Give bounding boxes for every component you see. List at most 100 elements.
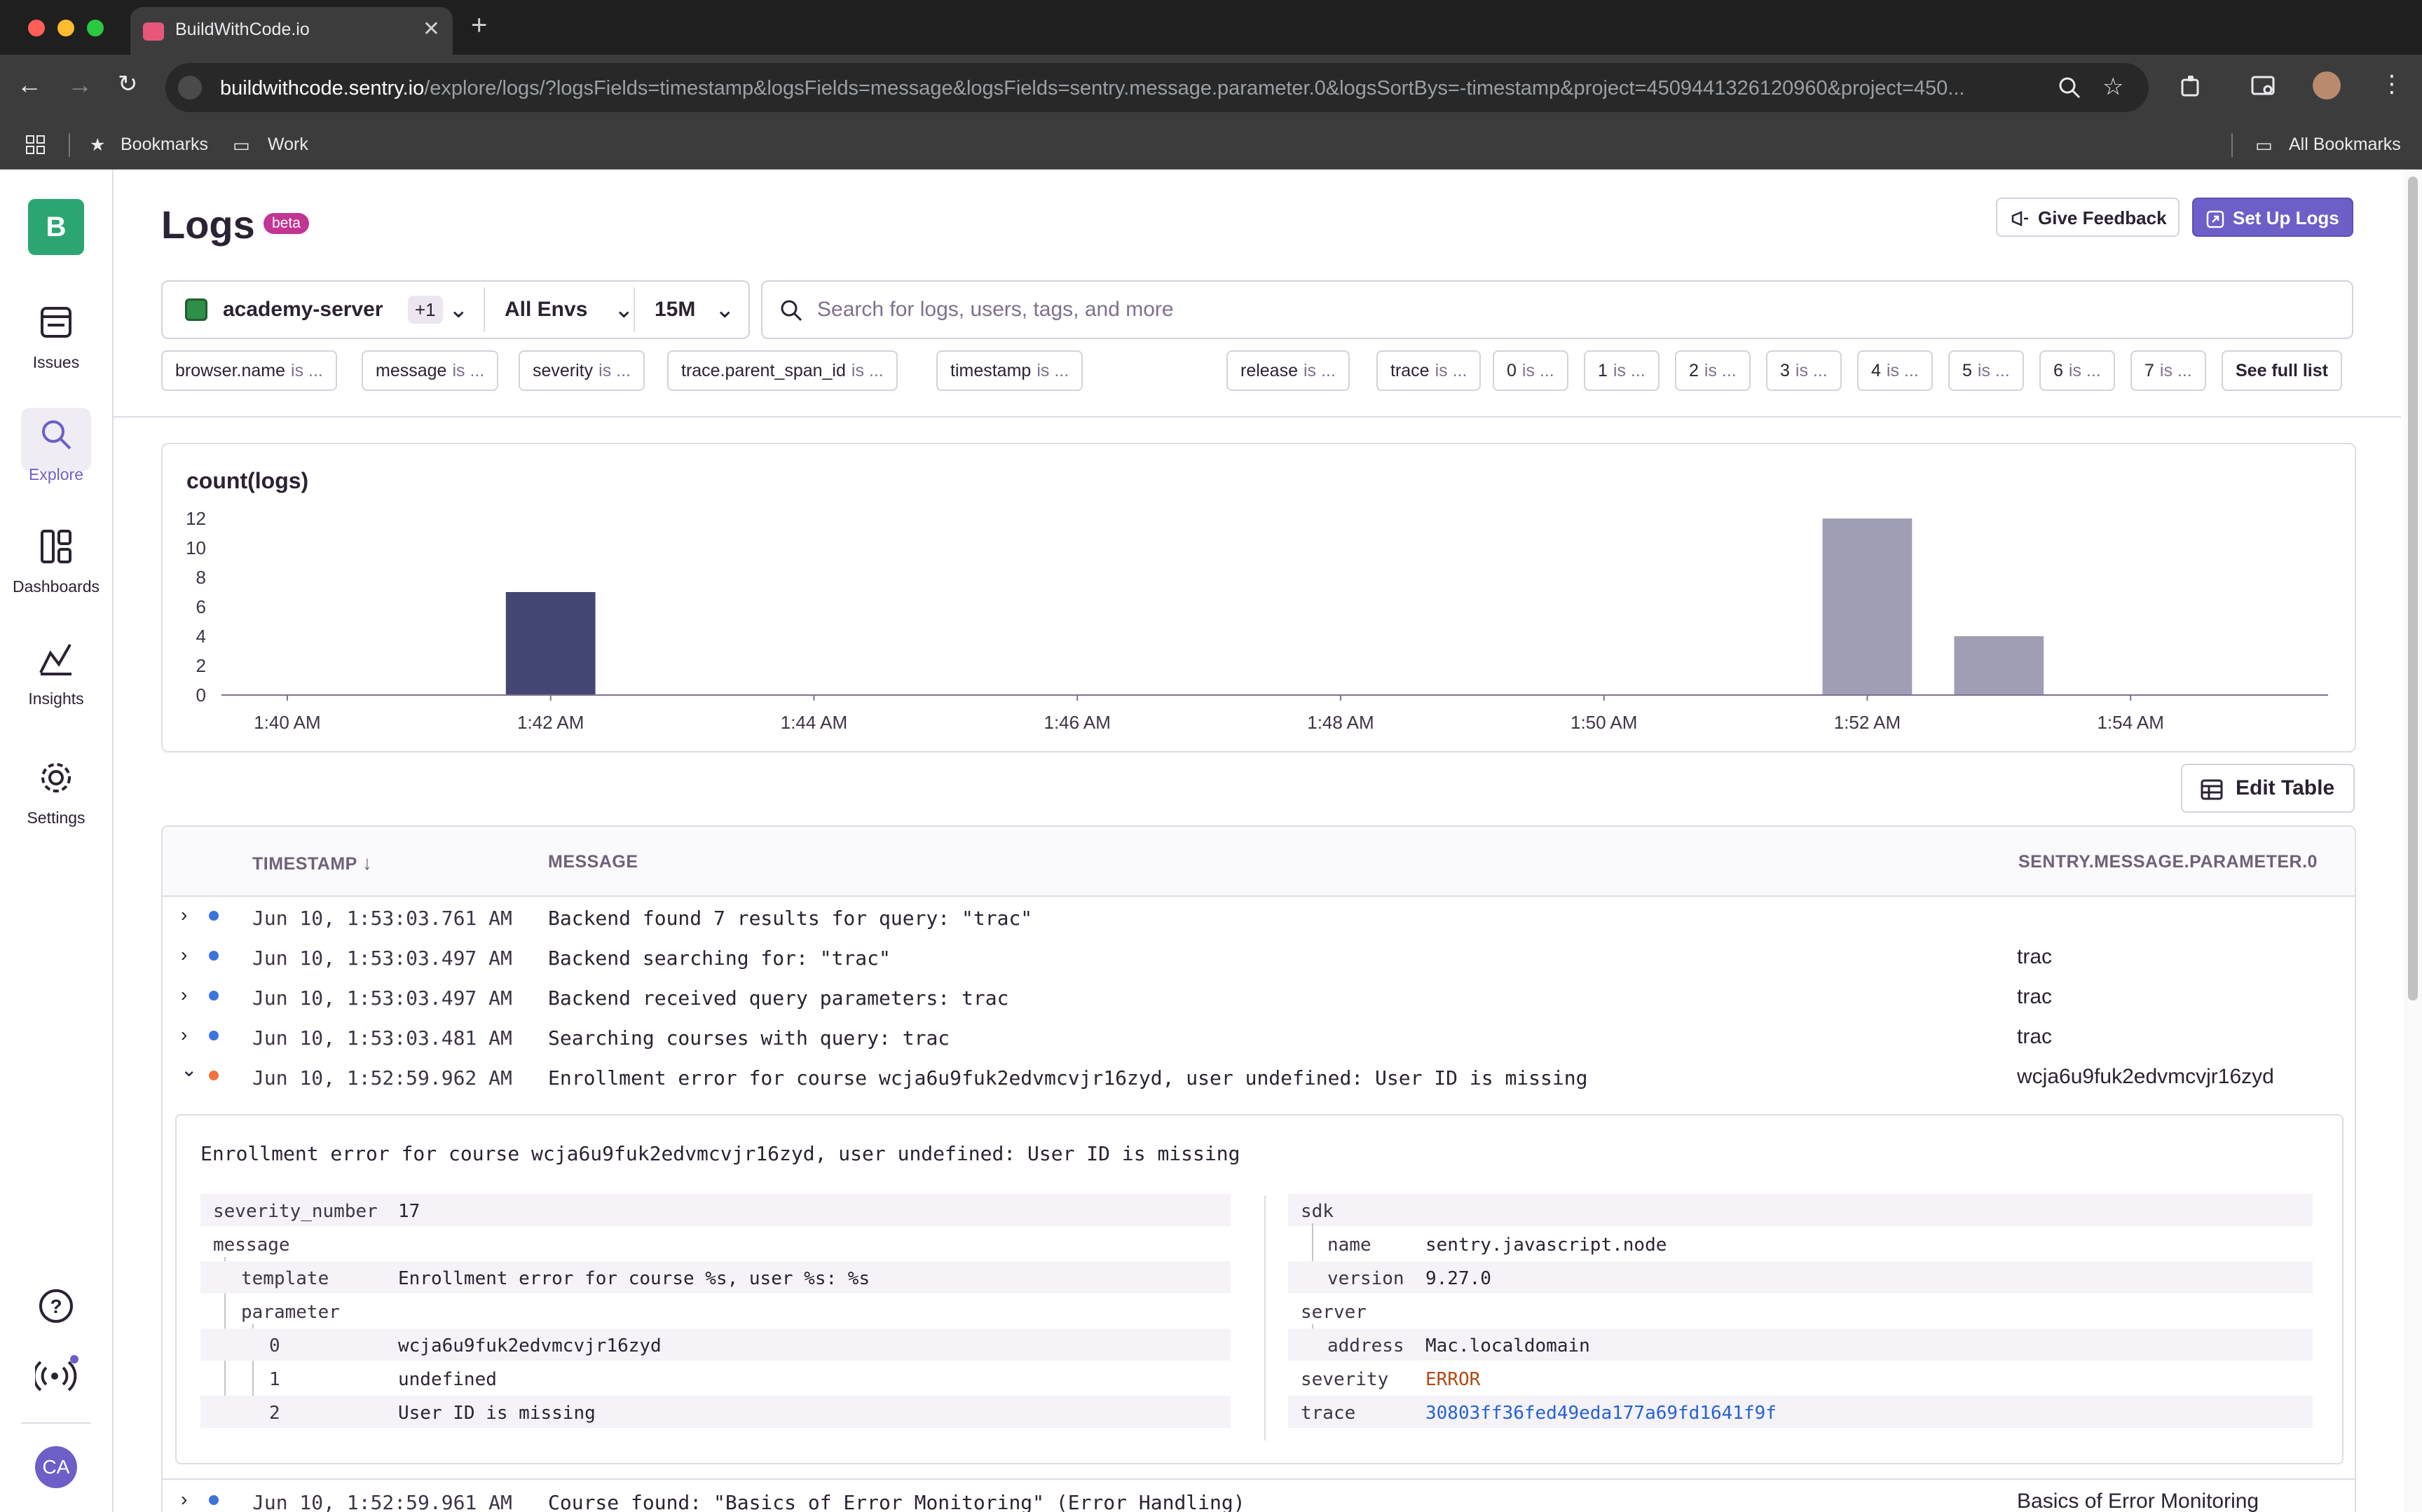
filter-chip[interactable]: release is ...	[1226, 350, 1350, 391]
row-timestamp: Jun 10, 1:52:59.961 AM	[252, 1491, 512, 1512]
user-avatar[interactable]: CA	[35, 1446, 77, 1488]
sidebar-item-settings[interactable]: Settings	[0, 744, 112, 842]
table-row[interactable]: › Jun 10, 1:52:59.961 AM Course found: "…	[163, 1481, 2355, 1512]
filter-chip[interactable]: 2 is ...	[1675, 350, 1751, 391]
search-input[interactable]	[817, 291, 2331, 328]
chart-bar	[1822, 518, 1913, 695]
sidebar-item-insights[interactable]: Insights	[0, 625, 112, 723]
period-selector[interactable]: 15M ⌄	[635, 282, 748, 338]
minimize-window-button[interactable]	[57, 20, 74, 36]
expand-chevron-icon[interactable]: ›	[181, 1024, 187, 1046]
filter-chip[interactable]: 4 is ...	[1857, 350, 1933, 391]
expand-chevron-icon[interactable]: ›	[181, 1488, 187, 1511]
filter-chip[interactable]: message is ...	[362, 350, 499, 391]
address-bar[interactable]: buildwithcode.sentry.io/explore/logs/?lo…	[165, 63, 2149, 112]
row-parameter: trac	[2017, 985, 2053, 1008]
expand-chevron-icon[interactable]: ›	[181, 904, 187, 926]
row-timestamp: Jun 10, 1:52:59.962 AM	[252, 1066, 512, 1090]
y-tick-label: 8	[196, 567, 206, 588]
back-arrow-icon[interactable]: ←	[17, 70, 42, 99]
chevron-down-icon: ⌄	[449, 296, 469, 323]
y-tick-label: 10	[186, 537, 206, 558]
browser-tab[interactable]: BuildWithCode.io ✕	[130, 7, 453, 55]
close-window-button[interactable]	[28, 20, 45, 36]
attr-template: template Enrollment error for course %s,…	[200, 1261, 1231, 1293]
tab-search-icon[interactable]	[2251, 74, 2276, 98]
attribute-chips: browser.name is ... message is ... severity i…	[161, 350, 2404, 392]
table-row[interactable]: › Jun 10, 1:53:03.497 AM Backend searchi…	[163, 937, 2355, 977]
set-up-logs-button[interactable]: Set Up Logs	[2192, 198, 2353, 237]
attr-server: server	[1301, 1302, 1367, 1323]
site-info-icon[interactable]	[178, 76, 202, 99]
column-header-message[interactable]: MESSAGE	[548, 852, 638, 872]
table-row[interactable]: › Jun 10, 1:53:03.497 AM Backend receive…	[163, 977, 2355, 1017]
search-bar[interactable]	[761, 280, 2353, 339]
bookmarks-star-icon: ★	[90, 135, 106, 155]
bookmark-star-icon[interactable]: ☆	[2102, 73, 2123, 101]
filter-chip[interactable]: 0 is ...	[1493, 350, 1568, 391]
sidebar-item-explore[interactable]: Explore	[0, 401, 112, 499]
reload-icon[interactable]: ↻	[118, 70, 138, 98]
external-link-icon	[2206, 210, 2224, 228]
sidebar-item-issues[interactable]: Issues	[0, 289, 112, 387]
row-timestamp: Jun 10, 1:53:03.761 AM	[252, 907, 512, 930]
filter-chip[interactable]: 3 is ...	[1766, 350, 1842, 391]
attr-parameter: parameter	[241, 1302, 340, 1323]
broadcast-icon[interactable]	[35, 1354, 78, 1393]
give-feedback-button[interactable]: Give Feedback	[1996, 198, 2180, 237]
extensions-icon[interactable]	[2180, 74, 2203, 98]
attr-sdk: sdk	[1288, 1194, 2313, 1226]
expand-chevron-icon[interactable]: ›	[181, 944, 187, 966]
forward-arrow-icon[interactable]: →	[67, 70, 93, 99]
attr-parameter-0: 0 wcja6u9fuk2edvmcvjr16zyd	[200, 1328, 1231, 1361]
row-message: Searching courses with query: trac	[548, 1026, 950, 1050]
column-header-parameter[interactable]: SENTRY.MESSAGE.PARAMETER.0	[2018, 852, 2318, 872]
chart-bar	[1954, 636, 2044, 695]
filter-chip[interactable]: 5 is ...	[1948, 350, 2024, 391]
x-tick-label: 1:42 AM	[517, 712, 584, 733]
filter-chip[interactable]: trace.parent_span_id is ...	[667, 350, 898, 391]
bookmark-work[interactable]: Work	[268, 135, 308, 155]
table-row[interactable]: › Jun 10, 1:53:03.481 AM Searching cours…	[163, 1017, 2355, 1057]
browser-menu-icon[interactable]: ⋮	[2380, 70, 2404, 98]
filter-chip[interactable]: severity is ...	[519, 350, 645, 391]
org-avatar[interactable]: B	[28, 199, 84, 255]
sidebar-item-label: Dashboards	[12, 577, 100, 596]
x-tick-label: 1:54 AM	[2097, 712, 2163, 733]
close-tab-icon[interactable]: ✕	[423, 17, 440, 41]
all-bookmarks[interactable]: All Bookmarks	[2289, 135, 2401, 155]
environment-selector[interactable]: All Envs ⌄	[485, 282, 634, 338]
table-row[interactable]: › Jun 10, 1:53:03.761 AM Backend found 7…	[163, 897, 2355, 937]
project-selector[interactable]: academy-server ⌄ +1	[163, 282, 485, 338]
trace-link[interactable]: 30803ff36fed49eda177a69fd1641f9f	[1425, 1403, 1777, 1424]
page-scrollbar[interactable]	[2404, 170, 2422, 1512]
apps-grid-icon[interactable]	[25, 135, 46, 156]
x-tick-label: 1:50 AM	[1571, 712, 1637, 733]
expand-chevron-icon[interactable]: ›	[181, 984, 187, 1006]
see-full-list-button[interactable]: See full list	[2222, 350, 2342, 391]
bookmarks-bar: ★ Bookmarks ▭ Work ▭ All Bookmarks	[0, 121, 2422, 170]
row-message: Backend found 7 results for query: "trac…	[548, 907, 1033, 930]
megaphone-icon	[2011, 211, 2028, 226]
x-tick-label: 1:48 AM	[1307, 712, 1374, 733]
profile-avatar[interactable]	[2313, 71, 2341, 99]
edit-table-button[interactable]: Edit Table	[2181, 764, 2355, 813]
scroll-thumb[interactable]	[2408, 177, 2418, 1001]
collapse-chevron-icon[interactable]: ⌄	[181, 1058, 197, 1081]
filter-chip[interactable]: timestamp is ...	[936, 350, 1083, 391]
filter-chip[interactable]: trace is ...	[1376, 350, 1482, 391]
help-icon[interactable]: ?	[36, 1286, 76, 1326]
filter-chip[interactable]: 6 is ...	[2039, 350, 2115, 391]
zoom-icon[interactable]	[2058, 76, 2081, 99]
table-row-expanded[interactable]: ⌄ Jun 10, 1:52:59.962 AM Enrollment erro…	[163, 1057, 2355, 1097]
new-tab-icon[interactable]: +	[471, 10, 487, 41]
url-text[interactable]: buildwithcode.sentry.io/explore/logs/?lo…	[220, 77, 2056, 100]
sidebar-item-dashboards[interactable]: Dashboards	[0, 513, 112, 611]
filter-chip[interactable]: 7 is ...	[2130, 350, 2206, 391]
bookmark-bookmarks[interactable]: Bookmarks	[121, 135, 208, 155]
maximize-window-button[interactable]	[87, 20, 104, 36]
filter-chip[interactable]: 1 is ...	[1584, 350, 1660, 391]
filter-chip[interactable]: browser.name is ...	[161, 350, 337, 391]
column-header-timestamp[interactable]: TIMESTAMP ↓	[252, 852, 372, 874]
environment-label: All Envs	[505, 298, 588, 321]
